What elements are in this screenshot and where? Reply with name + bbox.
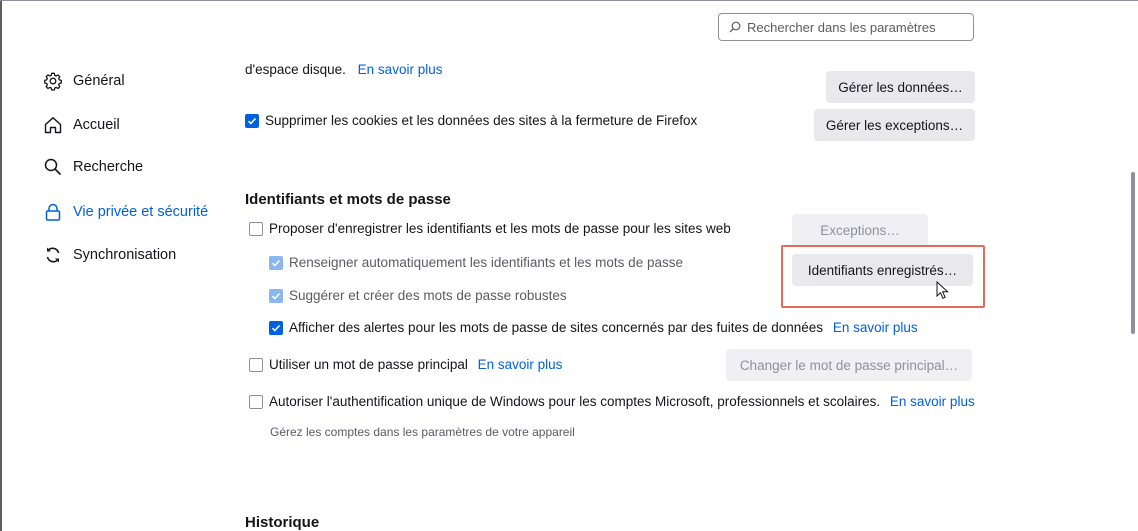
sidebar-item-label: Général (73, 73, 125, 89)
learn-more-link[interactable]: En savoir plus (358, 62, 443, 77)
gear-icon (42, 70, 64, 92)
window-border-top (0, 0, 1138, 1)
window-border (0, 0, 2, 531)
sidebar-item-label: Recherche (73, 159, 144, 175)
breach-alerts-checkbox[interactable] (269, 321, 283, 335)
windows-learn-more-link[interactable]: En savoir plus (890, 394, 975, 409)
windows-sso-row: Autoriser l'authentification unique de W… (269, 394, 975, 409)
lock-icon (42, 201, 64, 223)
saved-logins-label: Identifiants enregistrés… (807, 262, 958, 278)
disk-space-label: d'espace disque. (245, 62, 346, 77)
search-input[interactable]: Rechercher dans les paramètres (718, 13, 974, 41)
manage-exceptions-label: Gérer les exceptions… (825, 117, 964, 133)
manage-data-button[interactable]: Gérer les données… (826, 71, 975, 103)
search-placeholder: Rechercher dans les paramètres (747, 19, 936, 35)
windows-sso-checkbox[interactable] (249, 395, 263, 409)
primary-password-checkbox[interactable] (249, 358, 263, 372)
disk-space-text: d'espace disque. En savoir plus (245, 62, 442, 77)
breach-learn-more-link[interactable]: En savoir plus (833, 320, 918, 335)
sidebar-item-label: Accueil (73, 117, 120, 133)
search-icon (729, 21, 741, 33)
suggest-passwords-label: Suggérer et créer des mots de passe robu… (289, 288, 567, 303)
home-icon (42, 114, 64, 136)
change-primary-password-button[interactable]: Changer le mot de passe principal… (726, 349, 972, 381)
delete-cookies-checkbox[interactable] (245, 114, 259, 128)
change-primary-password-label: Changer le mot de passe principal… (739, 357, 959, 373)
delete-cookies-label: Supprimer les cookies et les données des… (265, 113, 698, 128)
sidebar-item-general[interactable]: Général (42, 69, 125, 93)
ask-to-save-checkbox[interactable] (249, 222, 263, 236)
sidebar-item-sync[interactable]: Synchronisation (42, 243, 176, 267)
primary-password-row: Utiliser un mot de passe principal En sa… (269, 357, 562, 372)
sidebar-item-label: Synchronisation (73, 247, 177, 263)
scrollbar[interactable] (1131, 172, 1135, 334)
settings-window: Rechercher dans les paramètres Général A… (0, 0, 1138, 531)
search-icon (42, 156, 64, 178)
exceptions-label: Exceptions… (820, 222, 900, 238)
sidebar-item-home[interactable]: Accueil (42, 113, 120, 137)
manage-exceptions-button[interactable]: Gérer les exceptions… (814, 109, 975, 141)
mouse-cursor-icon (936, 281, 949, 299)
sync-icon (42, 244, 64, 266)
windows-sso-label: Autoriser l'authentification unique de W… (269, 394, 881, 409)
autofill-checkbox[interactable] (269, 256, 283, 270)
windows-sso-hint: Gérez les comptes dans les paramètres de… (270, 425, 575, 439)
primary-password-label: Utiliser un mot de passe principal (269, 357, 468, 372)
exceptions-button[interactable]: Exceptions… (792, 214, 928, 246)
sidebar-item-search[interactable]: Recherche (42, 155, 143, 179)
breach-alerts-row: Afficher des alertes pour les mots de pa… (289, 320, 918, 335)
autofill-label: Renseigner automatiquement les identifia… (289, 255, 683, 270)
sidebar-item-label: Vie privée et sécurité (73, 204, 209, 220)
logins-heading: Identifiants et mots de passe (245, 191, 451, 208)
manage-data-label: Gérer les données… (838, 79, 963, 95)
breach-alerts-label: Afficher des alertes pour les mots de pa… (289, 320, 824, 335)
history-heading: Historique (245, 514, 320, 531)
ask-to-save-label: Proposer d'enregistrer les identifiants … (269, 221, 731, 236)
suggest-passwords-checkbox[interactable] (269, 289, 283, 303)
sidebar-item-privacy[interactable]: Vie privée et sécurité (42, 200, 208, 224)
primary-learn-more-link[interactable]: En savoir plus (478, 357, 563, 372)
